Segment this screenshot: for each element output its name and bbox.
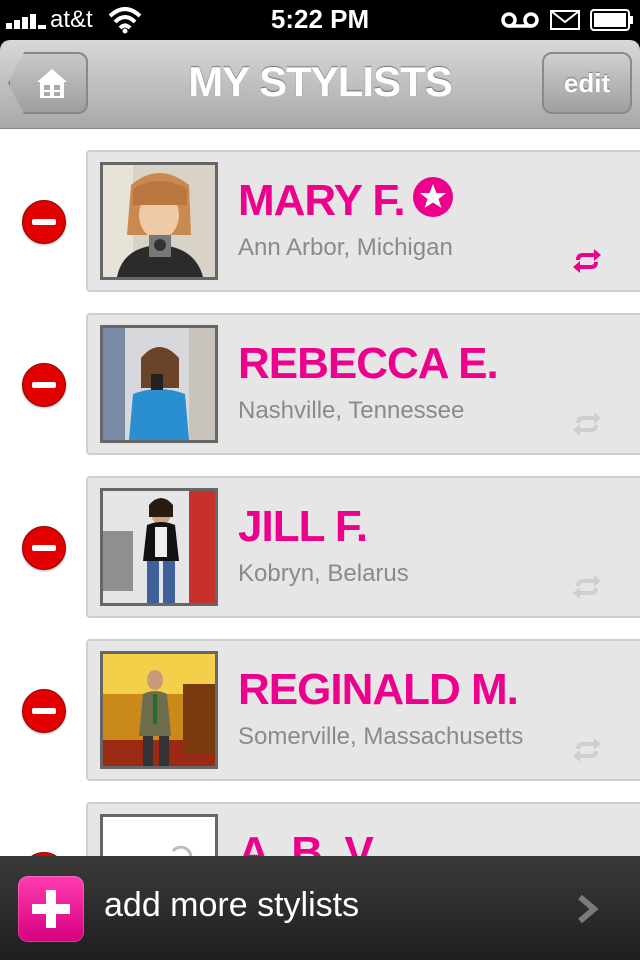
add-stylists-label: add more stylists (104, 886, 360, 924)
chevron-right-icon (578, 894, 599, 924)
stylist-list[interactable]: MARY F. Ann Arbor, Michigan REBECCA E. N… (0, 129, 640, 856)
stylist-name: A. B. V. (238, 828, 381, 856)
home-button[interactable] (8, 52, 88, 114)
refresh-icon[interactable] (572, 737, 602, 763)
stylist-photo-loading (100, 814, 218, 856)
stylist-location: Kobryn, Belarus (238, 560, 409, 587)
stylist-row[interactable]: JILL F. Kobryn, Belarus (0, 476, 640, 618)
home-icon (37, 69, 67, 98)
delete-icon[interactable] (22, 363, 66, 407)
stylist-name: REBECCA E. (238, 339, 499, 388)
stylist-card[interactable]: REGINALD M. Somerville, Massachusetts (86, 639, 640, 781)
edit-button[interactable]: edit (542, 52, 632, 114)
stylist-photo (100, 651, 218, 769)
stylist-card[interactable]: A. B. V. (86, 802, 640, 856)
stylist-photo (100, 325, 218, 443)
page-title: MY STYLISTS (188, 58, 453, 105)
delete-icon[interactable] (22, 200, 66, 244)
add-stylists-bar[interactable]: add more stylists (0, 856, 640, 960)
refresh-icon[interactable] (572, 411, 602, 437)
stylist-card[interactable]: JILL F. Kobryn, Belarus (86, 476, 640, 618)
stylist-card[interactable]: REBECCA E. Nashville, Tennessee (86, 313, 640, 455)
stylist-photo (100, 488, 218, 606)
stylist-location: Ann Arbor, Michigan (238, 234, 453, 261)
stylist-row[interactable]: REGINALD M. Somerville, Massachusetts (0, 639, 640, 781)
plus-icon[interactable] (18, 876, 84, 942)
refresh-icon[interactable] (572, 574, 602, 600)
stylist-name: REGINALD M. (238, 665, 519, 714)
stylist-row[interactable]: REBECCA E. Nashville, Tennessee (0, 313, 640, 455)
mail-icon (550, 10, 580, 30)
stylist-photo (100, 162, 218, 280)
delete-icon[interactable] (22, 526, 66, 570)
stylist-name: MARY F. (238, 176, 453, 226)
battery-icon (590, 9, 633, 31)
stylist-location: Somerville, Massachusetts (238, 723, 524, 750)
voicemail-icon (501, 12, 539, 28)
status-time: 5:22 PM (270, 4, 370, 34)
delete-icon[interactable] (22, 689, 66, 733)
refresh-icon[interactable] (572, 248, 602, 274)
stylist-location: Nashville, Tennessee (238, 397, 465, 424)
stylist-row[interactable]: A. B. V. (0, 802, 640, 856)
stylist-card[interactable]: MARY F. Ann Arbor, Michigan (86, 150, 640, 292)
status-bar: at&t 5:22 PM (0, 0, 640, 40)
navigation-bar: MY STYLISTS edit (0, 40, 640, 129)
stylist-name: JILL F. (238, 502, 368, 551)
stylist-row[interactable]: MARY F. Ann Arbor, Michigan (0, 150, 640, 292)
featured-star-icon (412, 177, 453, 218)
